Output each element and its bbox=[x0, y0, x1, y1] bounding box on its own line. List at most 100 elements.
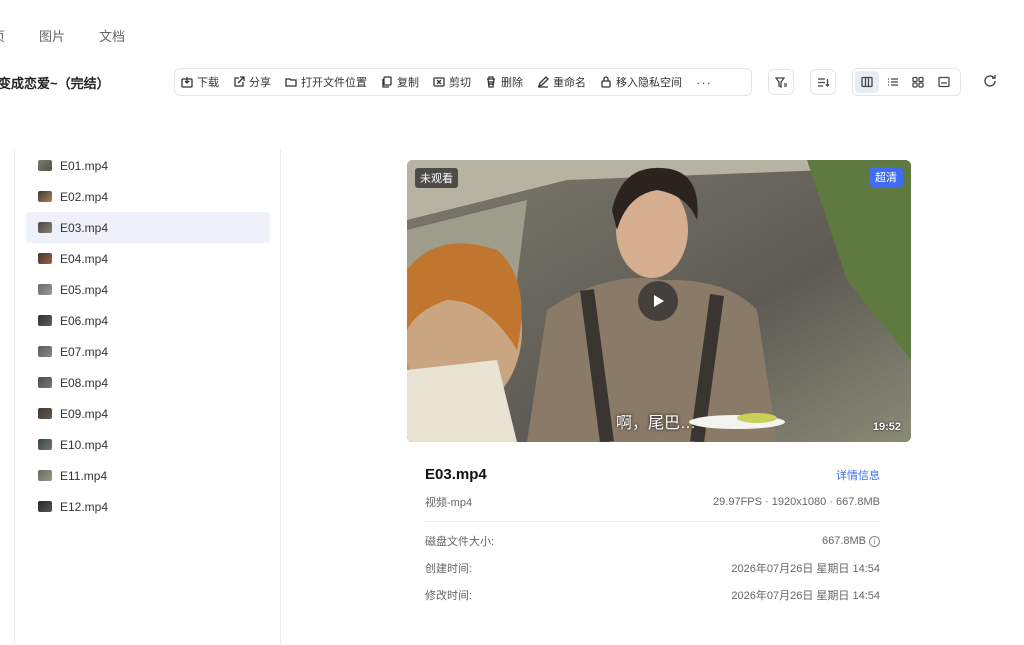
delete-button[interactable]: 删除 bbox=[485, 74, 523, 90]
filter-button[interactable] bbox=[768, 69, 794, 95]
list-icon bbox=[887, 78, 898, 86]
download-button[interactable]: 下载 bbox=[181, 74, 219, 90]
file-item[interactable]: E11.mp4 bbox=[26, 460, 270, 491]
play-icon bbox=[654, 295, 664, 307]
info-icon[interactable]: i bbox=[869, 535, 880, 547]
folder-title: 变成恋爱~（完结） bbox=[0, 76, 110, 91]
file-item[interactable]: E01.mp4 bbox=[26, 150, 270, 181]
video-duration: 19:52 bbox=[872, 421, 901, 433]
lock-icon bbox=[601, 76, 611, 88]
delete-label: 删除 bbox=[501, 77, 523, 89]
file-item[interactable]: E06.mp4 bbox=[26, 305, 270, 336]
file-name: E07.mp4 bbox=[60, 344, 109, 359]
file-name: E01.mp4 bbox=[60, 158, 109, 173]
download-icon bbox=[181, 77, 193, 88]
share-label: 分享 bbox=[249, 77, 271, 89]
file-name: E05.mp4 bbox=[60, 282, 109, 297]
pencil-icon bbox=[537, 76, 549, 88]
share-icon bbox=[234, 76, 245, 87]
detail-info-link[interactable]: 详情信息 bbox=[836, 467, 880, 483]
file-list: E01.mp4 E02.mp4 E03.mp4 E04.mp4 E05.mp4 E06.m… bbox=[26, 150, 270, 522]
file-name: E02.mp4 bbox=[60, 189, 109, 204]
video-thumbnail-icon bbox=[38, 439, 52, 450]
tab-documents[interactable]: 文档 bbox=[99, 26, 125, 45]
private-space-button[interactable]: 移入隐私空间 bbox=[600, 74, 682, 90]
cut-icon bbox=[433, 77, 445, 87]
video-thumbnail-icon bbox=[38, 284, 52, 295]
modified-value: 2026年07月26日 星期日 14:54 bbox=[731, 590, 880, 602]
tab-images[interactable]: 图片 bbox=[39, 26, 65, 45]
large-thumbnail-icon bbox=[938, 76, 950, 88]
created-label: 创建时间: bbox=[425, 563, 473, 575]
file-name: E09.mp4 bbox=[60, 406, 109, 421]
file-item[interactable]: E10.mp4 bbox=[26, 429, 270, 460]
unwatched-badge: 未观看 bbox=[415, 168, 458, 188]
open-location-button[interactable]: 打开文件位置 bbox=[285, 74, 367, 90]
file-item[interactable]: E08.mp4 bbox=[26, 367, 270, 398]
view-grid-button[interactable] bbox=[907, 71, 931, 93]
grid-icon bbox=[912, 76, 925, 88]
share-button[interactable]: 分享 bbox=[233, 74, 271, 90]
private-space-label: 移入隐私空间 bbox=[616, 77, 682, 89]
file-item[interactable]: E12.mp4 bbox=[26, 491, 270, 522]
video-thumbnail-icon bbox=[38, 315, 52, 326]
copy-label: 复制 bbox=[397, 77, 419, 89]
cut-label: 剪切 bbox=[449, 77, 471, 89]
video-thumbnail-icon bbox=[38, 501, 52, 512]
info-separator bbox=[425, 521, 880, 522]
file-type: 视频-mp4 bbox=[425, 497, 473, 509]
sort-button[interactable] bbox=[810, 69, 836, 95]
columns-icon bbox=[861, 76, 873, 88]
file-item[interactable]: E09.mp4 bbox=[26, 398, 270, 429]
file-item[interactable]: E04.mp4 bbox=[26, 243, 270, 274]
rename-button[interactable]: 重命名 bbox=[537, 74, 586, 90]
video-thumbnail-icon bbox=[38, 191, 52, 202]
video-thumbnail-icon bbox=[38, 377, 52, 388]
left-divider bbox=[14, 150, 15, 645]
info-filename: E03.mp4 bbox=[425, 466, 487, 483]
view-preview-button[interactable] bbox=[855, 71, 879, 93]
file-info-panel: E03.mp4 详情信息 视频-mp4 29.97FPS · 1920x1080… bbox=[425, 466, 880, 603]
cut-button[interactable]: 剪切 bbox=[433, 74, 471, 90]
copy-button[interactable]: 复制 bbox=[381, 74, 419, 90]
filter-icon bbox=[774, 76, 787, 88]
modified-label: 修改时间: bbox=[425, 590, 473, 602]
view-mode-group bbox=[852, 68, 961, 96]
file-specs: 29.97FPS · 1920x1080 · 667.8MB bbox=[713, 496, 880, 508]
more-button[interactable]: ··· bbox=[696, 75, 712, 90]
folder-icon bbox=[285, 78, 297, 87]
view-large-button[interactable] bbox=[932, 71, 956, 93]
file-item[interactable]: E02.mp4 bbox=[26, 181, 270, 212]
file-name: E11.mp4 bbox=[60, 468, 108, 483]
sort-icon bbox=[817, 77, 829, 87]
refresh-button[interactable] bbox=[982, 73, 998, 89]
created-value: 2026年07月26日 星期日 14:54 bbox=[731, 563, 880, 575]
file-name: E10.mp4 bbox=[60, 437, 109, 452]
trash-icon bbox=[487, 76, 495, 88]
play-button[interactable] bbox=[638, 281, 678, 321]
download-label: 下载 bbox=[197, 77, 219, 89]
video-thumbnail-icon bbox=[38, 160, 52, 171]
file-name: E04.mp4 bbox=[60, 251, 109, 266]
refresh-icon bbox=[984, 75, 996, 87]
file-name: E12.mp4 bbox=[60, 499, 109, 514]
size-value: 667.8MB bbox=[821, 535, 866, 547]
tab-home[interactable]: 页 bbox=[0, 26, 5, 45]
video-thumbnail-icon bbox=[38, 253, 52, 264]
file-item[interactable]: E05.mp4 bbox=[26, 274, 270, 305]
file-item[interactable]: E07.mp4 bbox=[26, 336, 270, 367]
file-name: E06.mp4 bbox=[60, 313, 109, 328]
rename-label: 重命名 bbox=[553, 77, 586, 89]
video-subtitle: 啊，尾巴… bbox=[616, 415, 697, 432]
copy-icon bbox=[382, 76, 392, 88]
category-tabs: 页 图片 文档 bbox=[0, 26, 159, 45]
view-list-button[interactable] bbox=[881, 71, 905, 93]
file-item[interactable]: E03.mp4 bbox=[26, 212, 270, 243]
size-label: 磁盘文件大小: bbox=[425, 536, 495, 548]
quality-badge: 超清 bbox=[869, 167, 903, 187]
list-divider bbox=[280, 150, 281, 645]
file-name: E08.mp4 bbox=[60, 375, 109, 390]
video-thumbnail-icon bbox=[38, 346, 52, 357]
video-preview[interactable]: 未观看 超清 啊，尾巴… 19:52 bbox=[407, 160, 911, 442]
video-thumbnail-icon bbox=[38, 470, 52, 481]
